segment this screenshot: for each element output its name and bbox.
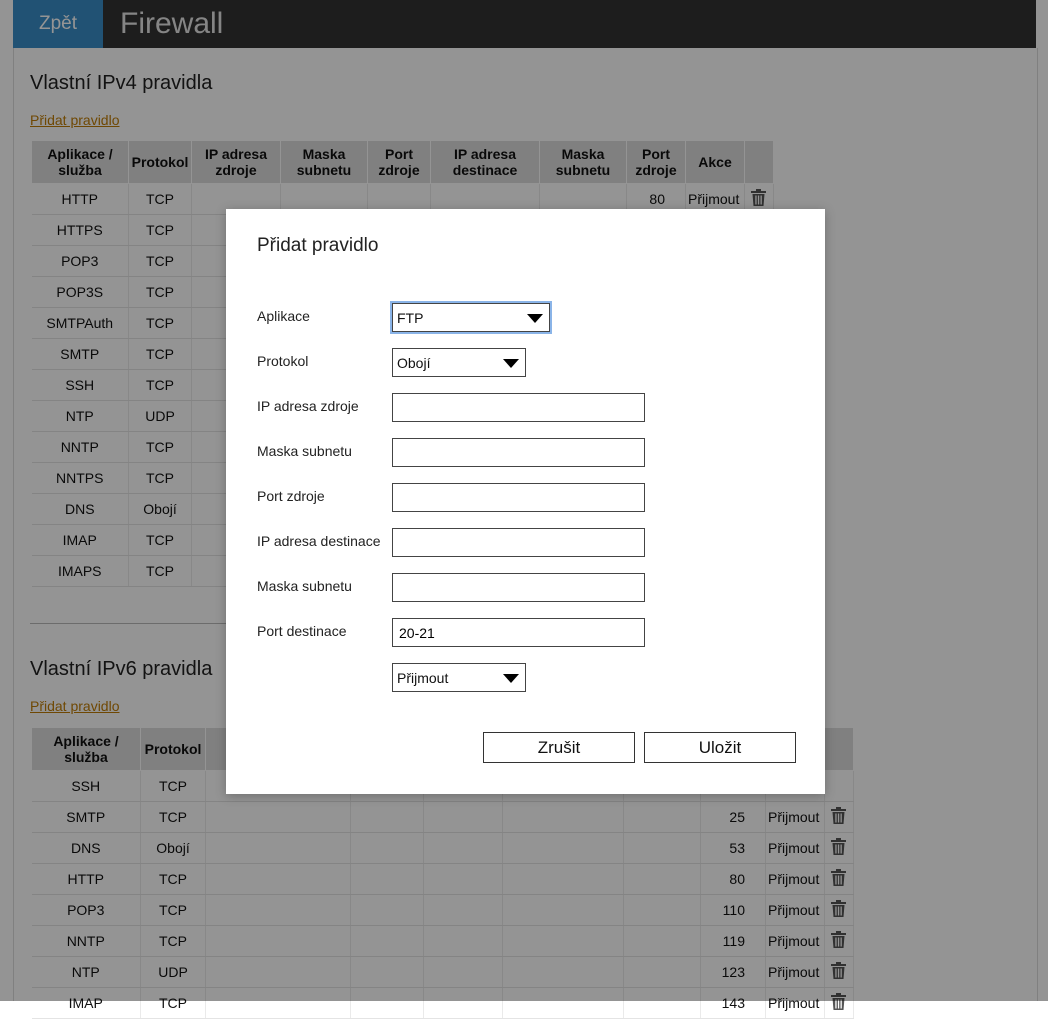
aplikace-selected-value: FTP xyxy=(397,309,424,326)
action-select[interactable]: Přijmout xyxy=(392,663,526,692)
aplikace-select[interactable]: FTP xyxy=(392,303,550,332)
dialog-title: Přidat pravidlo xyxy=(257,235,379,256)
src-port-label: Port zdroje xyxy=(257,488,325,504)
protokol-label: Protokol xyxy=(257,353,309,369)
add-rule-dialog: Přidat pravidlo Aplikace FTP Protokol Ob… xyxy=(226,209,825,794)
chevron-down-icon xyxy=(527,314,543,323)
cancel-button[interactable]: Zrušit xyxy=(483,732,635,763)
dst-ip-input[interactable] xyxy=(392,528,645,557)
dst-mask-input[interactable] xyxy=(392,573,645,602)
src-ip-input[interactable] xyxy=(392,393,645,422)
aplikace-label: Aplikace xyxy=(257,308,310,324)
dst-ip-label: IP adresa destinace xyxy=(257,533,381,549)
dst-port-label: Port destinace xyxy=(257,623,347,639)
src-ip-label: IP adresa zdroje xyxy=(257,398,359,414)
protokol-selected-value: Obojí xyxy=(397,354,431,371)
dst-port-input[interactable] xyxy=(392,618,645,647)
chevron-down-icon xyxy=(503,674,519,683)
src-port-input[interactable] xyxy=(392,483,645,512)
action-selected-value: Přijmout xyxy=(397,669,449,686)
src-mask-input[interactable] xyxy=(392,438,645,467)
dst-mask-label: Maska subnetu xyxy=(257,578,352,594)
chevron-down-icon xyxy=(503,359,519,368)
protokol-select[interactable]: Obojí xyxy=(392,348,526,377)
src-mask-label: Maska subnetu xyxy=(257,443,352,459)
save-button[interactable]: Uložit xyxy=(644,732,796,763)
